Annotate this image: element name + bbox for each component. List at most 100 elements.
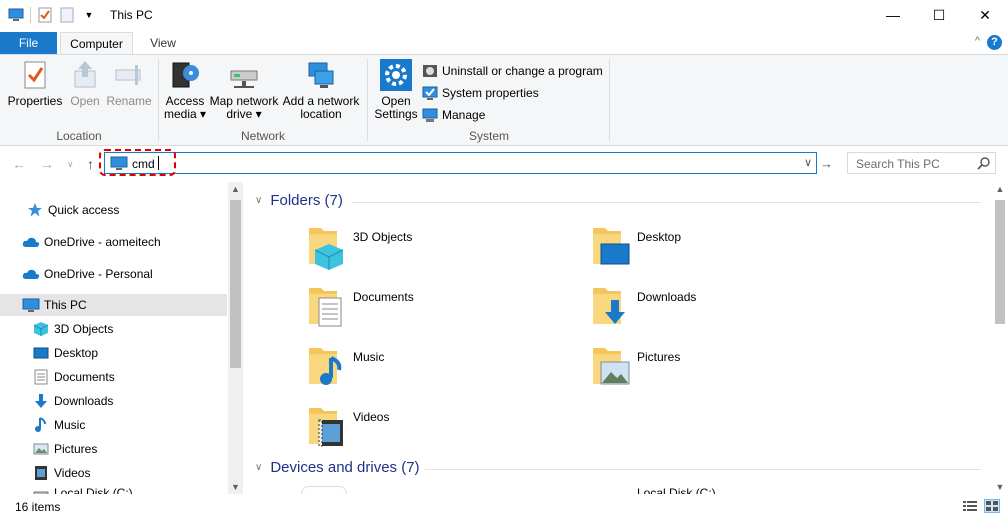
cloud-icon xyxy=(22,265,40,283)
sidebar-item-music[interactable]: Music xyxy=(0,414,85,436)
folders-section-header[interactable]: ∨ Folders (7) xyxy=(255,192,343,209)
folder-label: Videos xyxy=(353,410,390,424)
scroll-down-icon[interactable]: ▼ xyxy=(992,482,1008,492)
ribbon: Properties Open Rename Location Access m… xyxy=(0,54,1008,146)
rename-icon xyxy=(113,59,145,91)
tab-file[interactable]: File xyxy=(0,32,57,54)
chevron-down-icon[interactable]: ∨ xyxy=(804,156,812,169)
open-button[interactable]: Open xyxy=(66,59,104,108)
go-arrow-icon[interactable]: → xyxy=(820,156,833,171)
navigation-pane: Quick access OneDrive - aomeitech OneDri… xyxy=(0,182,243,494)
open-settings-button[interactable]: Open Settings xyxy=(372,59,420,121)
search-box[interactable]: Search This PC xyxy=(847,152,996,174)
group-label-network: Network xyxy=(240,129,285,143)
tab-computer[interactable]: Computer xyxy=(60,32,133,55)
up-arrow-icon[interactable]: ↑ xyxy=(87,156,94,172)
quick-access-toolbar: ▼ xyxy=(8,7,97,23)
folder-label: Desktop xyxy=(637,230,682,244)
folder-pictures[interactable]: Pictures xyxy=(591,340,831,396)
folder-desktop[interactable]: Desktop xyxy=(591,220,831,276)
content-scrollbar[interactable]: ▲ ▼ xyxy=(992,182,1008,494)
window-title: This PC xyxy=(110,8,153,22)
folder-music[interactable]: Music xyxy=(307,340,547,396)
divider xyxy=(609,59,610,141)
system-properties-button[interactable]: System properties xyxy=(422,85,539,101)
group-label-location: Location xyxy=(56,129,102,143)
document-icon xyxy=(32,368,50,386)
properties-icon[interactable] xyxy=(37,7,53,23)
map-network-drive-button[interactable]: Map network drive ▾ xyxy=(209,59,279,121)
minimize-button[interactable]: — xyxy=(870,0,916,30)
sidebar-item-desktop[interactable]: Desktop xyxy=(0,342,98,364)
large-icons-view-icon[interactable] xyxy=(984,499,1000,513)
scrollbar-thumb[interactable] xyxy=(995,200,1005,324)
customize-dropdown-icon[interactable]: ▼ xyxy=(81,7,97,23)
sidebar-item-quick-access[interactable]: Quick access xyxy=(0,199,119,221)
documents-folder-icon xyxy=(307,280,347,336)
scroll-up-icon[interactable]: ▲ xyxy=(228,184,243,194)
help-icon[interactable]: ? xyxy=(987,35,1002,50)
cube-folder-icon xyxy=(307,220,347,276)
sidebar-item-documents[interactable]: Documents xyxy=(0,366,115,388)
scroll-down-icon[interactable]: ▼ xyxy=(228,482,243,492)
pc-icon xyxy=(22,296,40,314)
rename-button[interactable]: Rename xyxy=(106,59,152,108)
address-bar[interactable]: cmd ∨ xyxy=(104,152,817,174)
highlight-annotation xyxy=(99,149,176,176)
folder-3d-objects[interactable]: 3D Objects xyxy=(307,220,547,276)
search-icon[interactable] xyxy=(977,156,991,173)
details-view-icon[interactable] xyxy=(962,499,978,513)
close-button[interactable]: ✕ xyxy=(962,0,1008,30)
open-settings-label-2: Settings xyxy=(374,107,418,121)
gear-icon xyxy=(380,59,412,91)
access-media-button[interactable]: Access media ▾ xyxy=(163,59,207,121)
sidebar-item-local-disk[interactable]: Local Disk (C:) xyxy=(0,486,133,494)
folder-videos[interactable]: Videos xyxy=(307,400,547,456)
sidebar-item-this-pc[interactable]: This PC xyxy=(0,294,227,316)
manage-button[interactable]: Manage xyxy=(422,107,485,123)
properties-button[interactable]: Properties xyxy=(6,59,64,108)
sidebar-item-label: Desktop xyxy=(54,346,99,360)
sidebar-item-label: Downloads xyxy=(54,394,114,408)
sidebar-item-downloads[interactable]: Downloads xyxy=(0,390,113,412)
scroll-up-icon[interactable]: ▲ xyxy=(992,184,1008,194)
tab-view[interactable]: View xyxy=(140,32,186,54)
drive-label-partial[interactable]: Local Disk (C:) xyxy=(637,487,716,494)
sidebar-item-label: 3D Objects xyxy=(54,322,114,336)
drives-section-header[interactable]: ∨ Devices and drives (7) xyxy=(255,459,420,476)
chevron-down-icon[interactable]: ∨ xyxy=(255,462,262,473)
download-icon xyxy=(32,392,50,410)
recent-locations-icon[interactable]: ∨ xyxy=(67,159,74,170)
sidebar-item-onedrive-personal[interactable]: OneDrive - Personal xyxy=(0,263,153,285)
star-icon xyxy=(26,201,44,219)
back-arrow-icon[interactable]: ← xyxy=(12,156,26,172)
sidebar-item-label: Documents xyxy=(54,370,115,384)
collapse-ribbon-icon[interactable]: ^ xyxy=(975,35,980,47)
group-location: Properties Open Rename Location xyxy=(0,55,158,145)
folder-downloads[interactable]: Downloads xyxy=(591,280,831,336)
chevron-down-icon[interactable]: ∨ xyxy=(255,195,262,206)
sidebar-item-3d-objects[interactable]: 3D Objects xyxy=(0,318,113,340)
folder-documents[interactable]: Documents xyxy=(307,280,547,336)
sidebar-item-label: Local Disk (C:) xyxy=(54,486,133,494)
uninstall-program-button[interactable]: Uninstall or change a program xyxy=(422,63,603,79)
rename-label: Rename xyxy=(106,94,152,108)
properties-icon xyxy=(19,59,51,91)
search-input[interactable]: Search This PC xyxy=(856,157,940,171)
cloud-icon xyxy=(22,233,40,251)
media-icon xyxy=(169,59,201,91)
sidebar-item-pictures[interactable]: Pictures xyxy=(0,438,97,460)
sidebar-scrollbar[interactable]: ▲ ▼ xyxy=(228,182,243,494)
forward-arrow-icon[interactable]: → xyxy=(40,156,54,172)
sidebar-item-videos[interactable]: Videos xyxy=(0,462,90,484)
pc-icon[interactable] xyxy=(8,7,24,23)
sidebar-item-onedrive-aomeitech[interactable]: OneDrive - aomeitech xyxy=(0,231,161,253)
open-icon xyxy=(69,59,101,91)
desktop-folder-icon xyxy=(591,220,631,276)
add-network-location-button[interactable]: Add a network location xyxy=(281,59,361,121)
scrollbar-thumb[interactable] xyxy=(230,200,241,368)
pictures-folder-icon xyxy=(591,340,631,396)
new-folder-icon[interactable] xyxy=(59,7,75,23)
maximize-button[interactable]: ☐ xyxy=(916,0,962,30)
videos-folder-icon xyxy=(307,400,347,456)
